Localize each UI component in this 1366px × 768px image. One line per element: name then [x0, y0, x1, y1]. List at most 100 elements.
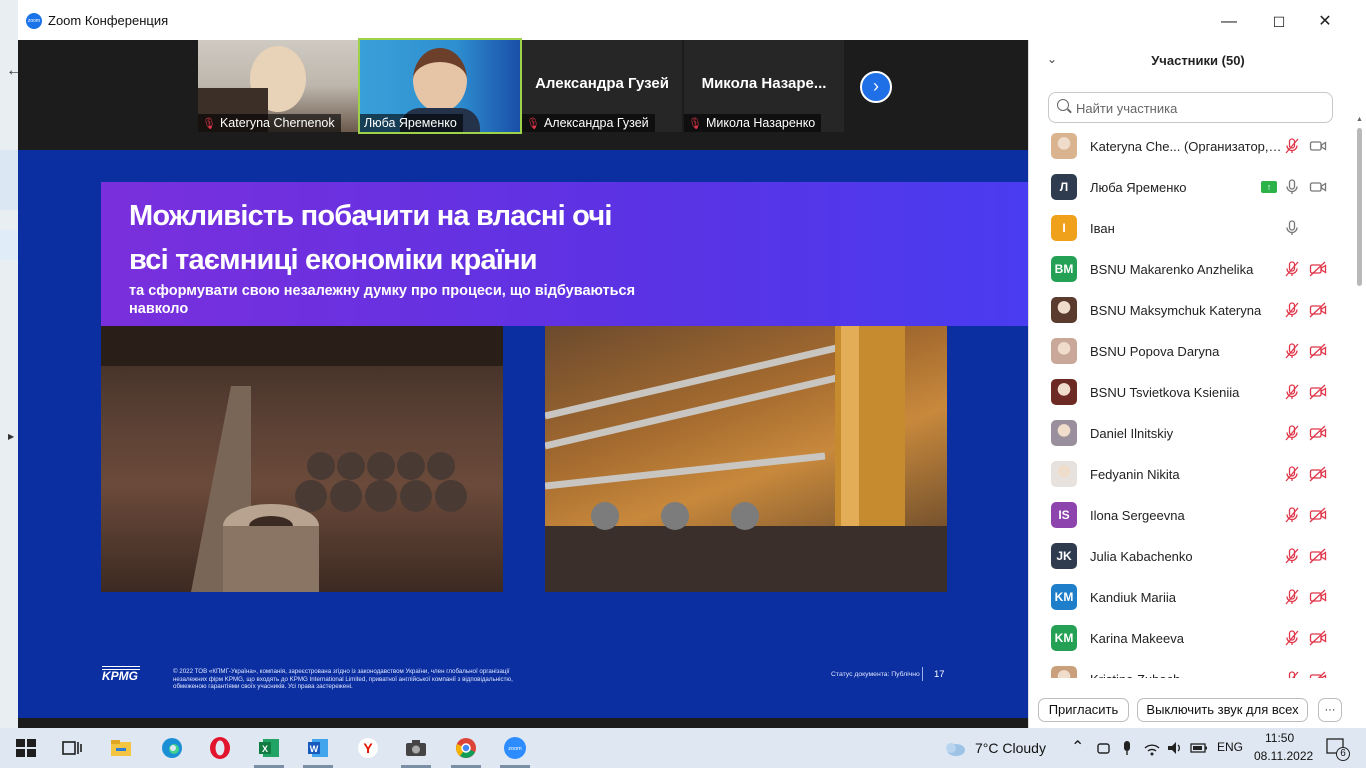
- excel-icon[interactable]: X: [257, 736, 281, 760]
- camera-off-icon[interactable]: [1309, 260, 1327, 278]
- slide-page-number: 17: [934, 669, 945, 680]
- microphone-icon[interactable]: [1120, 736, 1134, 760]
- camera-off-icon[interactable]: [1309, 383, 1327, 401]
- close-button[interactable]: ✕: [1302, 8, 1348, 36]
- video-tile-oleksandra[interactable]: Александра Гузей 🎙︎ Александра Гузей: [522, 40, 682, 132]
- zoom-icon[interactable]: zoom: [503, 736, 527, 760]
- participant-name: Daniel Ilnitskiy: [1090, 426, 1174, 441]
- maximize-button[interactable]: ☐: [1256, 8, 1302, 36]
- clock-date[interactable]: 08.11.2022: [1254, 749, 1313, 763]
- word-icon[interactable]: W: [306, 736, 330, 760]
- mic-muted-icon[interactable]: [1283, 260, 1301, 278]
- mute-all-button[interactable]: Выключить звук для всех: [1137, 698, 1308, 722]
- mic-muted-icon[interactable]: [1283, 137, 1301, 155]
- factory-photo: [101, 326, 503, 592]
- wifi-icon[interactable]: [1143, 736, 1161, 760]
- scrollbar-thumb[interactable]: [1357, 128, 1362, 286]
- participant-row[interactable]: KM Kandiuk Mariia: [1029, 577, 1355, 618]
- mic-muted-icon[interactable]: [1283, 301, 1301, 319]
- participant-row[interactable]: BSNU Maksymchuk Kateryna: [1029, 290, 1355, 331]
- search-input[interactable]: [1076, 98, 1326, 118]
- participant-name: BSNU Maksymchuk Kateryna: [1090, 303, 1262, 318]
- avatar: [1051, 420, 1077, 446]
- search-icon: [1057, 99, 1069, 111]
- video-name-tag: 🎙︎ Микола Назаренко: [684, 114, 822, 132]
- camera-icon[interactable]: [1309, 178, 1327, 196]
- expand-arrow-icon[interactable]: ▶: [8, 432, 14, 441]
- avatar: I: [1051, 215, 1077, 241]
- participant-row[interactable]: Kristina Zubach: [1029, 659, 1355, 678]
- task-view-icon[interactable]: [60, 736, 84, 760]
- svg-text:W: W: [310, 744, 319, 754]
- participant-row[interactable]: BM BSNU Makarenko Anzhelika: [1029, 249, 1355, 290]
- more-options-button[interactable]: ···: [1318, 698, 1342, 722]
- avatar: [1051, 666, 1077, 678]
- video-tile-kateryna[interactable]: 🎙︎ Kateryna Chernenok: [198, 40, 358, 132]
- video-tile-mykola[interactable]: Микола Назаре... 🎙︎ Микола Назаренко: [684, 40, 844, 132]
- participant-name: Kandiuk Mariia: [1090, 590, 1176, 605]
- participant-name: BSNU Popova Daryna: [1090, 344, 1220, 359]
- participant-list: Kateryna Che... (Организатор, я) Л Люба Яр…: [1029, 126, 1355, 678]
- participant-row[interactable]: IS Ilona Sergeevna: [1029, 495, 1355, 536]
- shared-screen-slide: Можливість побачити на власні очі всі та…: [18, 150, 1028, 718]
- mic-muted-icon[interactable]: [1283, 670, 1301, 678]
- meet-now-icon[interactable]: [1096, 736, 1112, 760]
- chrome-icon[interactable]: [454, 736, 478, 760]
- cloudy-weather-icon[interactable]: [942, 736, 968, 760]
- participant-row[interactable]: Kateryna Che... (Организатор, я): [1029, 126, 1355, 167]
- video-thumbnail-strip: 🎙︎ Kateryna Chernenok Люба Яременко Алекс…: [18, 38, 1028, 150]
- mic-muted-icon[interactable]: [1283, 506, 1301, 524]
- volume-icon[interactable]: [1166, 736, 1184, 760]
- participant-row[interactable]: I Іван: [1029, 208, 1355, 249]
- mic-muted-icon[interactable]: [1283, 547, 1301, 565]
- camera-off-icon[interactable]: [1309, 547, 1327, 565]
- file-explorer-icon[interactable]: [109, 736, 133, 760]
- edge-icon[interactable]: [160, 736, 184, 760]
- participant-row[interactable]: Daniel Ilnitskiy: [1029, 413, 1355, 454]
- mic-muted-icon[interactable]: [1283, 424, 1301, 442]
- video-name-tag: 🎙︎ Александра Гузей: [522, 114, 655, 132]
- camera-off-icon[interactable]: [1309, 342, 1327, 360]
- mic-icon[interactable]: [1283, 219, 1301, 237]
- participant-name: Julia Kabachenko: [1090, 549, 1193, 564]
- participant-list-scrollbar[interactable]: ▲: [1356, 116, 1363, 678]
- document-status: Статус документа: Публічно: [831, 671, 920, 678]
- participant-row[interactable]: BSNU Tsvietkova Ksieniia: [1029, 372, 1355, 413]
- participant-row[interactable]: Fedyanin Nikita: [1029, 454, 1355, 495]
- mic-muted-icon[interactable]: [1283, 383, 1301, 401]
- camera-off-icon[interactable]: [1309, 670, 1327, 678]
- camera-icon[interactable]: [1309, 137, 1327, 155]
- opera-icon[interactable]: [208, 736, 232, 760]
- yandex-icon[interactable]: Y: [356, 736, 380, 760]
- participant-name: Karina Makeeva: [1090, 631, 1184, 646]
- camera-off-icon[interactable]: [1309, 465, 1327, 483]
- camera-app-icon[interactable]: [404, 736, 428, 760]
- scroll-up-icon[interactable]: ▲: [1356, 116, 1363, 123]
- camera-off-icon[interactable]: [1309, 506, 1327, 524]
- camera-off-icon[interactable]: [1309, 588, 1327, 606]
- weather-text[interactable]: 7°C Cloudy: [975, 740, 1046, 756]
- camera-off-icon[interactable]: [1309, 424, 1327, 442]
- participant-row[interactable]: BSNU Popova Daryna: [1029, 331, 1355, 372]
- mic-muted-icon[interactable]: [1283, 588, 1301, 606]
- battery-icon[interactable]: [1190, 736, 1208, 760]
- next-page-arrow-icon[interactable]: ›: [860, 71, 892, 103]
- participant-row[interactable]: KM Karina Makeeva: [1029, 618, 1355, 659]
- participant-row[interactable]: Л Люба Яременко ↑: [1029, 167, 1355, 208]
- invite-button[interactable]: Пригласить: [1038, 698, 1129, 722]
- camera-off-icon[interactable]: [1309, 301, 1327, 319]
- avatar: [1051, 379, 1077, 405]
- clock-time[interactable]: 11:50: [1265, 731, 1294, 745]
- show-hidden-icons-icon[interactable]: ⌃: [1071, 737, 1084, 757]
- language-indicator[interactable]: ENG: [1217, 740, 1243, 754]
- start-icon[interactable]: [14, 736, 38, 760]
- participant-search[interactable]: [1048, 92, 1333, 123]
- video-tile-liuba[interactable]: Люба Яременко: [358, 38, 522, 134]
- mic-icon[interactable]: [1283, 178, 1301, 196]
- camera-off-icon[interactable]: [1309, 629, 1327, 647]
- mic-muted-icon[interactable]: [1283, 465, 1301, 483]
- mic-muted-icon[interactable]: [1283, 629, 1301, 647]
- mic-muted-icon[interactable]: [1283, 342, 1301, 360]
- participant-row[interactable]: JK Julia Kabachenko: [1029, 536, 1355, 577]
- minimize-button[interactable]: —: [1206, 8, 1252, 36]
